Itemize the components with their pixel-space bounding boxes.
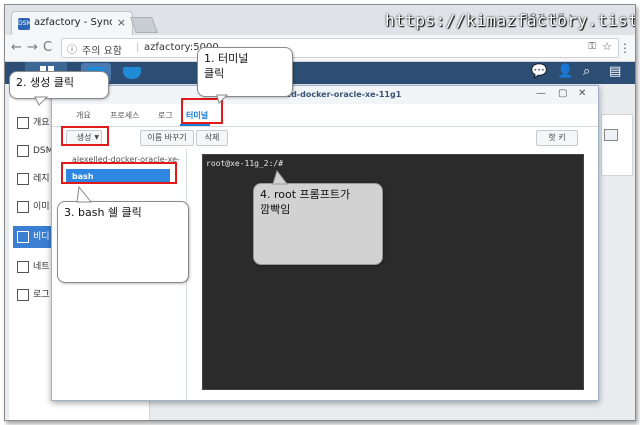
annotation-step2: 2. 생성 클릭 [9, 71, 109, 99]
back-icon[interactable]: ← [11, 40, 22, 55]
overview-icon [17, 116, 29, 129]
chat-icon[interactable]: 💬 [531, 64, 547, 79]
tab-process[interactable]: 프로세스 [110, 110, 139, 121]
address-bar: ← → C ⓘ 주의 요함 | azfactory:5000 ⚿ ☆ ⋮ [5, 35, 635, 62]
details-icon [604, 129, 618, 141]
security-warning-label: 주의 요함 [82, 46, 122, 57]
registry-icon [17, 172, 29, 185]
terminal-prompt: root@xe-11g_2:/# [206, 159, 284, 168]
search-icon[interactable]: ⌕ [583, 64, 590, 79]
window-title-bar[interactable]: alexelled-docker-oracle-xe-11g1 — ▢ ✕ [52, 86, 598, 104]
screenshot-frame: DSM azfactory - Synology DiskS × 사용자 이름 … [4, 4, 636, 421]
user-icon[interactable]: 👤 [557, 64, 573, 79]
close-tab-icon[interactable]: × [117, 16, 126, 29]
background-details-panel [601, 114, 633, 176]
highlight-create-button [61, 126, 109, 146]
maximize-icon[interactable]: ▢ [558, 88, 567, 99]
shortcut-button[interactable]: 핫 키 [536, 130, 578, 146]
highlight-terminal-tab [181, 98, 223, 124]
log-icon [17, 288, 29, 301]
active-tab-indicator [180, 124, 210, 126]
reload-icon[interactable]: C [43, 40, 52, 55]
key-icon[interactable]: ⚿ [588, 41, 596, 52]
dsm-icon [17, 144, 29, 157]
window-tabs: 개요 프로세스 로그 터미널 [52, 104, 598, 127]
minimize-icon[interactable]: — [536, 88, 546, 99]
blog-watermark: https://kimazfactory.tistory.com [385, 11, 635, 30]
url-input[interactable]: ⓘ 주의 요함 | azfactory:5000 ⚿ ☆ [61, 38, 619, 58]
docker-taskbar-app[interactable] [117, 63, 147, 83]
delete-button[interactable]: 삭제 [196, 130, 228, 146]
image-icon [17, 200, 29, 213]
url-separator: | [136, 42, 140, 53]
tab-log[interactable]: 로그 [158, 110, 173, 121]
network-icon [17, 260, 29, 273]
browser-menu-icon[interactable]: ⋮ [619, 41, 631, 55]
security-info-icon[interactable]: ⓘ [67, 41, 77, 56]
terminal-toolbar: 생성 ▼ 이름 바꾸기 삭제 핫 키 [52, 127, 598, 149]
browser-tab[interactable]: DSM azfactory - Synology DiskS × [11, 11, 133, 36]
rename-button[interactable]: 이름 바꾸기 [140, 130, 194, 146]
widgets-icon[interactable]: ▤ [609, 64, 621, 79]
forward-icon[interactable]: → [27, 40, 38, 55]
browser-tab-title: azfactory - Synology DiskS [34, 17, 112, 28]
dsm-favicon-icon: DSM [18, 18, 32, 30]
close-window-icon[interactable]: ✕ [578, 88, 586, 99]
annotation-step3: 3. bash 쉘 클릭 [57, 201, 189, 283]
docker-whale-icon [123, 67, 141, 79]
bookmark-star-icon[interactable]: ☆ [602, 40, 612, 53]
annotation-step4: 4. root 프롬프트가 깜빡임 [253, 183, 383, 265]
new-tab-button[interactable] [130, 17, 158, 33]
container-icon [17, 230, 29, 243]
annotation-step1: 1. 터미널 클릭 [197, 47, 293, 97]
tab-overview[interactable]: 개요 [76, 110, 91, 121]
highlight-bash-item [61, 162, 177, 184]
